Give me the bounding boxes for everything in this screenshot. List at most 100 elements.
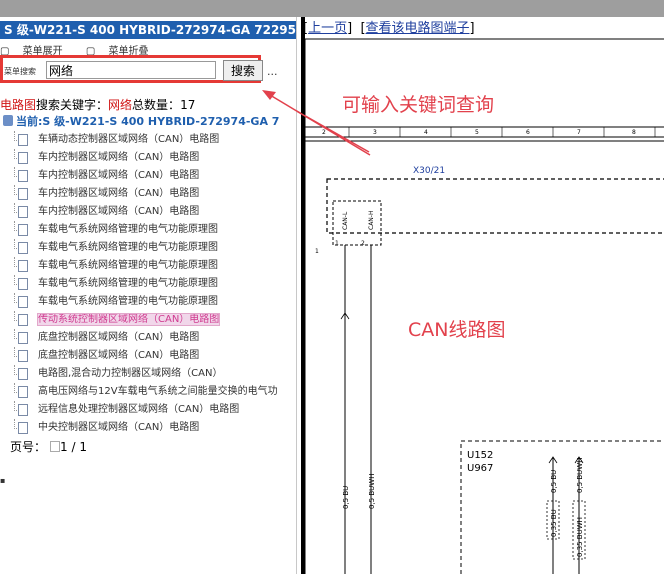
tree-item[interactable]: 车内控制器区域网络（CAN）电路图 <box>14 185 278 203</box>
document-icon <box>18 134 28 146</box>
document-icon <box>18 314 28 326</box>
pane-divider[interactable] <box>301 17 305 574</box>
tree-item[interactable]: 车内控制器区域网络（CAN）电路图 <box>14 167 278 185</box>
document-icon <box>18 224 28 236</box>
document-icon <box>18 368 28 380</box>
document-icon <box>18 188 28 200</box>
ruler-num: 2 <box>322 129 326 136</box>
document-icon <box>18 296 28 308</box>
top-bar <box>0 0 664 17</box>
tree-item[interactable]: 车载电气系统网络管理的电气功能原理图 <box>14 239 278 257</box>
left-pane: S 级-W221-S 400 HYBRID-272974-GA 722950 ▢… <box>0 17 297 574</box>
wire-label: 0,5 BU <box>342 486 350 509</box>
wire-label: 0,5 BUWH <box>368 474 376 509</box>
module-u967: U967 <box>467 463 493 474</box>
keyword-label: 搜索关键字： <box>36 98 109 112</box>
more-link[interactable]: ... <box>267 65 278 78</box>
count-value: 17 <box>180 98 196 112</box>
tree-item[interactable]: 传动系统控制器区域网络（CAN）电路图 <box>14 311 278 329</box>
document-icon <box>18 422 28 434</box>
dot-marker: ▪ <box>0 476 6 485</box>
tree-item-label: 车辆动态控制器区域网络（CAN）电路图 <box>38 134 220 145</box>
document-icon <box>18 206 28 218</box>
pin-1: 1 <box>335 240 339 247</box>
tree-item[interactable]: 车载电气系统网络管理的电气功能原理图 <box>14 293 278 311</box>
wire-label: 0,5 BU <box>550 470 558 493</box>
tree-item-label: 底盘控制器区域网络（CAN）电路图 <box>38 332 200 343</box>
document-icon <box>18 350 28 362</box>
tree-item[interactable]: 中央控制器区域网络（CAN）电路图 <box>14 419 278 437</box>
keyword-value: 网络 <box>108 98 133 112</box>
tree-item[interactable]: 底盘控制器区域网络（CAN）电路图 <box>14 329 278 347</box>
tree-item[interactable]: 高电压网络与12V车载电气系统之间能量交换的电气功 <box>14 383 278 401</box>
pin-2: 2 <box>361 240 365 247</box>
computer-icon <box>3 115 13 126</box>
result-tree: 车辆动态控制器区域网络（CAN）电路图 车内控制器区域网络（CAN）电路图 车内控制… <box>14 131 278 437</box>
ruler-num: 3 <box>373 129 377 136</box>
tree-item-label: 车内控制器区域网络（CAN）电路图 <box>38 152 200 163</box>
tree-item-label: 车载电气系统网络管理的电气功能原理图 <box>38 242 218 253</box>
current-node[interactable]: 当前:S 级-W221-S 400 HYBRID-272974-GA 7 <box>3 113 279 129</box>
tree-item[interactable]: 车内控制器区域网络（CAN）电路图 <box>14 149 278 167</box>
document-icon <box>18 260 28 272</box>
tree-item-label: 车载电气系统网络管理的电气功能原理图 <box>38 278 218 289</box>
ruler-num: 8 <box>632 129 636 136</box>
ruler-num: 7 <box>577 129 581 136</box>
tree-item[interactable]: 车载电气系统网络管理的电气功能原理图 <box>14 275 278 293</box>
wire-label: 0,35 BUWH <box>576 517 584 557</box>
search-summary: 电路图搜索关键字：网络总数量：17 <box>0 96 195 113</box>
current-node-label: 当前:S 级-W221-S 400 HYBRID-272974-GA 7 <box>16 115 280 128</box>
search-highlight-box: 菜单搜索 搜索 <box>0 55 263 83</box>
summary-prefix: 电路图 <box>0 98 37 112</box>
tree-item[interactable]: 底盘控制器区域网络（CAN）电路图 <box>14 347 278 365</box>
connector-label: X30/21 <box>413 166 445 176</box>
ruler <box>304 126 664 138</box>
pager-value: 1 / 1 <box>60 440 87 454</box>
tree-item-label: 电路图,混合动力控制器区域网络（CAN） <box>38 368 223 379</box>
tree-item-label: 车载电气系统网络管理的电气功能原理图 <box>38 224 218 235</box>
right-pane: [上一页] [查看该电路图端子] 2 3 4 5 6 7 8 X30/21 CA… <box>297 17 664 574</box>
wire-label: 0,35 BU <box>550 509 558 537</box>
ruler-num: 6 <box>526 129 530 136</box>
can-h-label: CAN-H <box>368 211 375 230</box>
pager: 页号： 1 / 1 <box>10 438 87 455</box>
tree-item[interactable]: 远程信息处理控制器区域网络（CAN）电路图 <box>14 401 278 419</box>
tree-item-label: 车载电气系统网络管理的电气功能原理图 <box>38 296 218 307</box>
tree-item-label: 车载电气系统网络管理的电气功能原理图 <box>38 260 218 271</box>
module-u152: U152 <box>467 450 493 461</box>
tree-item-label: 远程信息处理控制器区域网络（CAN）电路图 <box>38 404 240 415</box>
vehicle-title: S 级-W221-S 400 HYBRID-272974-GA 722950 <box>0 21 296 39</box>
pin-side: 1 <box>315 248 319 255</box>
annotation-diagram-title: CAN线路图 <box>408 319 506 341</box>
connector-box <box>326 178 664 234</box>
document-icon <box>18 242 28 254</box>
tree-item[interactable]: 车载电气系统网络管理的电气功能原理图 <box>14 221 278 239</box>
tree-item-label: 车内控制器区域网络（CAN）电路图 <box>38 170 200 181</box>
document-icon <box>18 386 28 398</box>
search-button[interactable]: 搜索 <box>223 60 263 81</box>
ruler-num: 4 <box>424 129 428 136</box>
tree-item[interactable]: 车载电气系统网络管理的电气功能原理图 <box>14 257 278 275</box>
pager-label: 页号： <box>10 440 47 454</box>
ruler-num: 5 <box>475 129 479 136</box>
tree-item[interactable]: 车内控制器区域网络（CAN）电路图 <box>14 203 278 221</box>
tree-item-label: 底盘控制器区域网络（CAN）电路图 <box>38 350 200 361</box>
search-input[interactable] <box>46 61 216 79</box>
tree-item-label: 高电压网络与12V车载电气系统之间能量交换的电气功 <box>38 386 278 397</box>
page-select[interactable] <box>50 441 61 452</box>
tree-item-label: 中央控制器区域网络（CAN）电路图 <box>38 422 200 433</box>
document-icon <box>18 404 28 416</box>
wire-label: 0,5 BUWH <box>576 458 584 493</box>
count-label: 总数量： <box>132 98 181 112</box>
tree-item-label: 传动系统控制器区域网络（CAN）电路图 <box>36 313 221 326</box>
document-icon <box>18 152 28 164</box>
tree-item[interactable]: 电路图,混合动力控制器区域网络（CAN） <box>14 365 278 383</box>
tree-item[interactable]: 车辆动态控制器区域网络（CAN）电路图 <box>14 131 278 149</box>
search-label: 菜单搜索 <box>4 67 36 76</box>
annotation-search-hint: 可输入关键词查询 <box>342 94 495 116</box>
document-icon <box>18 278 28 290</box>
document-icon <box>18 332 28 344</box>
can-l-label: CAN-L <box>342 211 349 230</box>
tree-item-label: 车内控制器区域网络（CAN）电路图 <box>38 188 200 199</box>
tree-item-label: 车内控制器区域网络（CAN）电路图 <box>38 206 200 217</box>
